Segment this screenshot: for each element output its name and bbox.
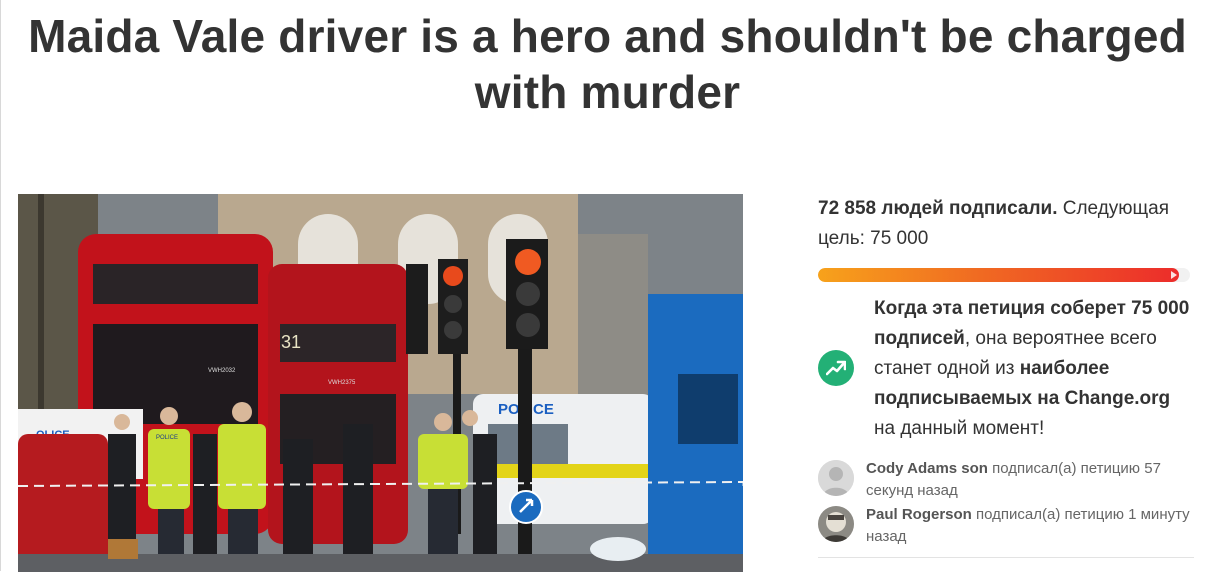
street-scene-illustration: VWH2032 31 VWH2375 POLICE OLICE (18, 194, 743, 572)
user-photo-avatar (818, 506, 854, 542)
progress-bar (818, 268, 1190, 282)
recent-signers-list: Cody Adams son подписал(а) петицию 57 се… (818, 458, 1196, 548)
signature-count-bold: 72 858 людей подписали. (818, 198, 1058, 219)
list-item: Cody Adams son подписал(а) петицию 57 се… (818, 458, 1196, 502)
signer-name[interactable]: Paul Rogerson (866, 506, 972, 523)
bus-code-1: VWH2032 (208, 368, 236, 374)
petition-photo: VWH2032 31 VWH2375 POLICE OLICE (18, 194, 743, 572)
milestone-message: Когда эта петиция соберет 75 000 подписе… (818, 294, 1196, 444)
bus-code-2: VWH2375 (328, 380, 356, 386)
trending-up-icon (818, 350, 854, 386)
list-item: Paul Rogerson подписал(а) петицию 1 мину… (818, 504, 1196, 548)
milestone-part4: на данный момент! (874, 418, 1045, 439)
progress-tip-icon (1170, 271, 1177, 279)
progress-bar-fill (818, 268, 1179, 282)
sidebar-divider (818, 557, 1194, 558)
signature-count: 72 858 людей подписали. Следующая цель: … (818, 194, 1196, 254)
petition-title: Maida Vale driver is a hero and shouldn'… (28, 10, 1187, 118)
petition-sidebar: 72 858 людей подписали. Следующая цель: … (818, 194, 1196, 550)
vest-text: POLICE (156, 435, 178, 441)
bus-number: 31 (281, 332, 301, 352)
signer-name[interactable]: Cody Adams son (866, 460, 988, 477)
default-avatar-icon (818, 460, 854, 496)
